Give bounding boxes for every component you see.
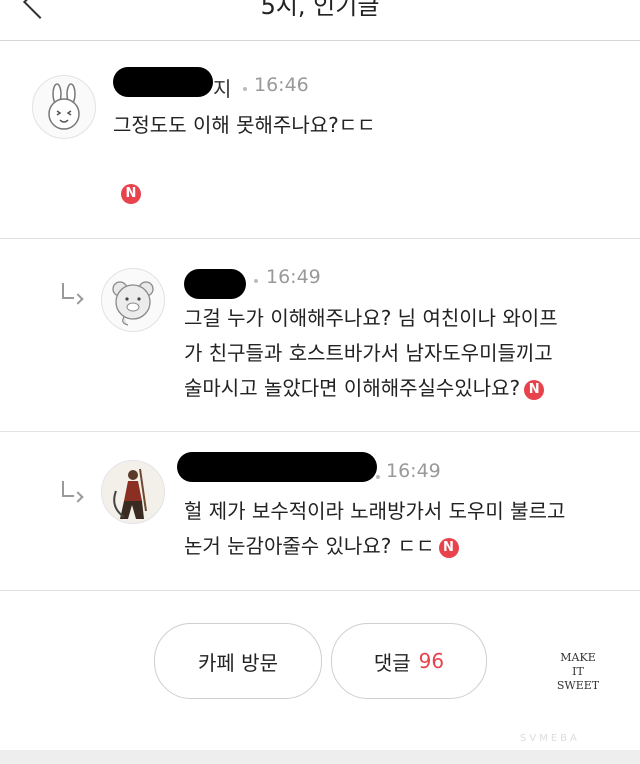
separator-dot (243, 87, 247, 91)
top-bar: 5시, 인기글 (0, 0, 640, 41)
comment-item: 지 16:46 그정도도 이해 못해주나요?ㄷㄷ N (0, 42, 640, 238)
bottom-strip (0, 750, 640, 764)
author-name-suffix: 지 (213, 77, 232, 101)
author-name-redacted[interactable] (184, 269, 246, 299)
cafe-visit-button[interactable]: 카페 방문 (154, 623, 322, 699)
comment-line: 논거 눈감아줄수 있나요? ㄷㄷ (184, 534, 435, 558)
comment-line: 헐 제가 보수적이라 노래방가서 도우미 불르고 (184, 499, 566, 523)
comment-text: 그정도도 이해 못해주나요?ㄷㄷ (113, 108, 376, 143)
bottom-actions: 카페 방문 댓글 96 MAKE IT SWEET SVMEBA (0, 590, 640, 751)
page-title: 5시, 인기글 (260, 0, 380, 20)
reply-comment-item: 16:49 그걸 누가 이해해주나요? 님 여친이나 와이프 가 친구들과 호스… (0, 239, 640, 431)
separator-dot (376, 475, 380, 479)
author-name-redacted[interactable] (113, 67, 213, 97)
reply-comment-item: 16:49 헐 제가 보수적이라 노래방가서 도우미 불르고 논거 눈감아줄수 … (0, 432, 640, 589)
author-name-redacted[interactable] (177, 452, 377, 482)
comments-count: 96 (418, 649, 445, 673)
avatar-bear-icon[interactable] (101, 268, 165, 332)
comment-line: 그걸 누가 이해해주나요? 님 여친이나 와이프 (184, 306, 558, 330)
new-badge: N (524, 380, 545, 400)
comment-time: 16:49 (386, 460, 441, 482)
avatar-rabbit-icon[interactable] (32, 75, 96, 139)
comment-line: 술마시고 놀았다면 이해해주실수있나요? (184, 376, 521, 400)
watermark-line: MAKE (560, 651, 596, 664)
reply-arrow-icon (62, 481, 74, 497)
watermark-subtext: SVMEBA (520, 733, 580, 744)
comment-line: 가 친구들과 호스트바가서 남자도우미들끼고 (184, 341, 553, 365)
avatar-character-icon[interactable] (101, 460, 165, 524)
comment-time: 16:46 (254, 74, 309, 96)
comment-time: 16:49 (266, 266, 321, 288)
watermark-line: IT (572, 665, 584, 678)
separator-dot (254, 279, 258, 283)
comment-line: 그정도도 이해 못해주나요?ㄷㄷ (113, 113, 376, 137)
comments-button[interactable]: 댓글 96 (331, 623, 487, 699)
comments-label: 댓글 (373, 650, 411, 675)
cafe-visit-label: 카페 방문 (198, 650, 278, 675)
new-badge: N (438, 538, 459, 558)
watermark-logo: MAKE IT SWEET (548, 651, 608, 693)
watermark-line: SWEET (556, 679, 600, 692)
comment-text: 그걸 누가 이해해주나요? 님 여친이나 와이프 가 친구들과 호스트바가서 남… (184, 301, 558, 406)
reply-arrow-icon (62, 283, 74, 299)
comment-text: 헐 제가 보수적이라 노래방가서 도우미 불르고 논거 눈감아줄수 있나요? ㄷ… (184, 494, 565, 564)
new-badge: N (121, 184, 141, 204)
